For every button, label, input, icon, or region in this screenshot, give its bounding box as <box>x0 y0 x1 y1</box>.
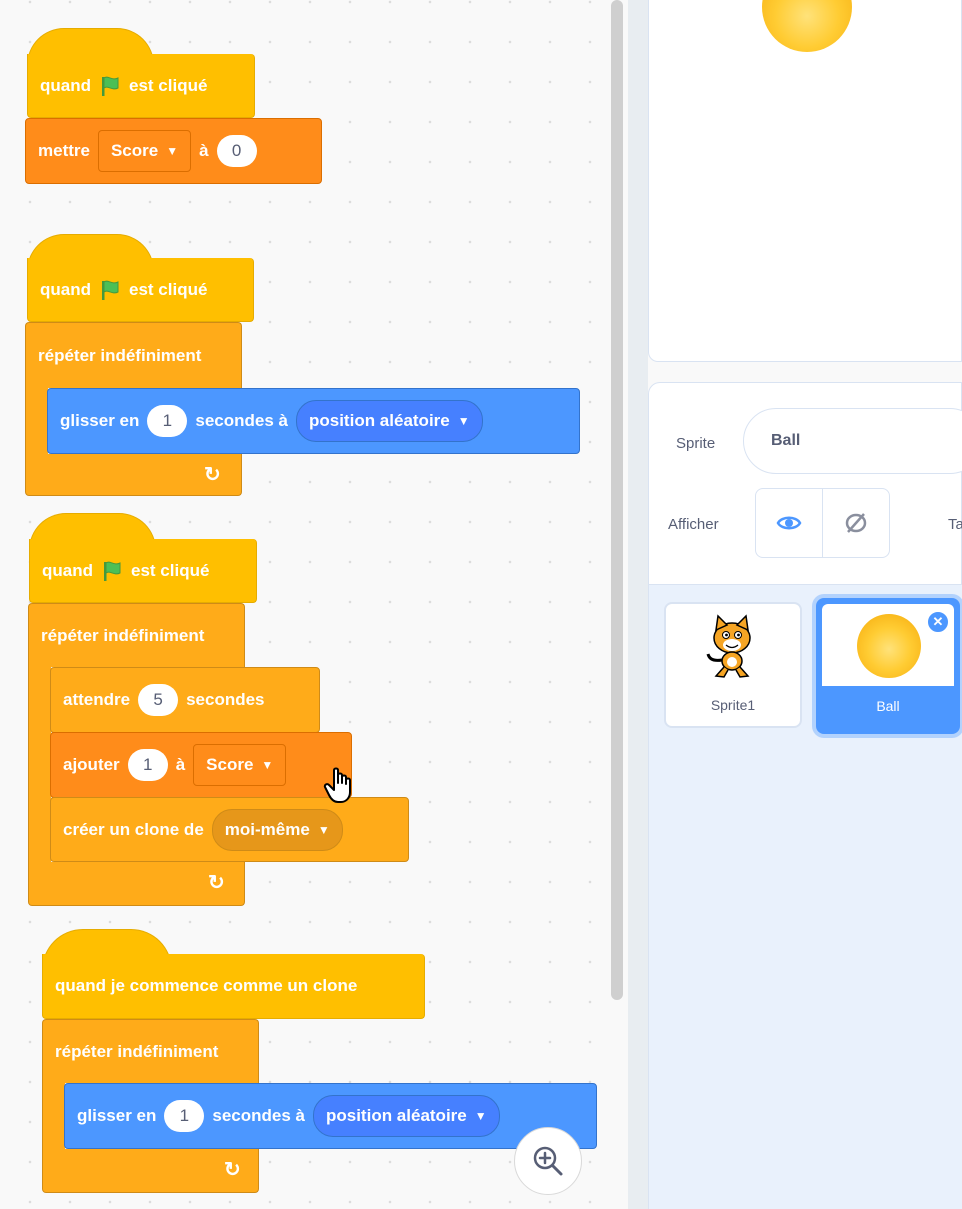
green-flag-icon <box>104 561 121 581</box>
when-flag-clicked-block[interactable]: quand est cliqué <box>27 54 255 118</box>
change-variable-block[interactable]: ajouter 1 à Score ▼ <box>50 732 352 798</box>
block-text: à <box>199 141 209 160</box>
variable-dropdown[interactable]: Score ▼ <box>193 744 287 786</box>
target-dropdown[interactable]: position aléatoire ▼ <box>312 1095 500 1137</box>
delete-x-icon[interactable]: ✕ <box>926 610 950 634</box>
block-text: répéter indéfiniment <box>55 1041 219 1061</box>
panel-divider <box>628 0 648 1209</box>
seconds-input[interactable]: 5 <box>138 684 179 716</box>
seconds-input[interactable]: 1 <box>147 405 188 437</box>
cat-sprite-icon <box>706 614 751 678</box>
block-text: est cliqué <box>129 75 208 95</box>
block-text: quand je commence comme un clone <box>55 976 358 995</box>
chevron-down-icon: ▼ <box>166 144 179 158</box>
when-flag-clicked-block[interactable]: quand est cliqué <box>27 258 254 322</box>
size-label-truncated: Ta <box>948 516 962 533</box>
chevron-down-icon: ▼ <box>457 414 470 428</box>
block-text: créer un clone de <box>63 819 204 839</box>
block-text: attendre <box>63 690 131 709</box>
glide-block[interactable]: glisser en 1 secondes à position aléatoi… <box>47 388 580 454</box>
sprite-label: Sprite <box>676 435 716 452</box>
block-text: répéter indéfiniment <box>38 345 202 365</box>
show-visible-button[interactable] <box>755 488 823 558</box>
when-flag-clicked-block[interactable]: quand est cliqué <box>29 539 257 603</box>
block-text: mettre <box>38 141 90 160</box>
dropdown-value: position aléatoire <box>325 1106 467 1125</box>
forever-loop-block[interactable]: répéter indéfiniment <box>42 1019 259 1083</box>
set-variable-block[interactable]: mettre Score ▼ à 0 <box>25 118 322 184</box>
glide-block[interactable]: glisser en 1 secondes à position aléatoi… <box>64 1083 597 1149</box>
loop-arrow-icon: ↻ <box>204 464 221 486</box>
forever-loop-block[interactable]: répéter indéfiniment <box>25 322 242 388</box>
green-flag-icon <box>102 280 119 300</box>
when-start-as-clone-block[interactable]: quand je commence comme un clone <box>42 954 425 1019</box>
value-input[interactable]: 1 <box>127 749 168 781</box>
block-text: secondes <box>186 690 265 709</box>
sprite-name-value: Ball <box>771 432 801 449</box>
block-text: est cliqué <box>129 279 208 299</box>
eye-icon <box>776 516 802 530</box>
sprite-tile-label: Ball <box>876 698 900 714</box>
seconds-input[interactable]: 1 <box>164 1100 205 1132</box>
green-flag-icon <box>102 76 119 96</box>
create-clone-block[interactable]: créer un clone de moi-même ▼ <box>50 797 409 862</box>
sprite-tile-label: Sprite1 <box>710 697 756 713</box>
clone-target-dropdown[interactable]: moi-même ▼ <box>211 808 343 851</box>
ball-sprite-icon <box>857 614 921 678</box>
loop-arm <box>25 388 48 454</box>
value-input[interactable]: 0 <box>216 135 257 167</box>
dropdown-value: position aléatoire <box>308 411 450 430</box>
block-text: secondes à <box>212 1106 305 1125</box>
loop-arrow-icon: ↻ <box>208 872 225 894</box>
workspace-scrollbar[interactable] <box>611 0 623 1000</box>
hand-cursor-icon <box>323 767 351 803</box>
zoom-in-icon <box>533 1146 563 1176</box>
block-text: glisser en <box>60 411 140 430</box>
loop-arm <box>42 1083 65 1149</box>
chevron-down-icon: ▼ <box>474 1109 487 1123</box>
loop-arrow-icon: ↻ <box>224 1159 241 1181</box>
block-text: ajouter <box>63 755 120 774</box>
show-label: Afficher <box>668 516 719 533</box>
zoom-in-button[interactable] <box>514 1127 582 1195</box>
block-text: est cliqué <box>131 560 210 580</box>
block-text: à <box>175 755 186 774</box>
chevron-down-icon: ▼ <box>261 758 274 772</box>
dropdown-value: moi-même <box>224 819 310 839</box>
block-text: quand <box>42 560 93 580</box>
block-text: glisser en <box>77 1106 157 1125</box>
wait-block[interactable]: attendre 5 secondes <box>50 667 320 733</box>
dropdown-value: Score <box>206 755 254 774</box>
block-text: quand <box>40 75 91 95</box>
show-hidden-button[interactable] <box>822 488 890 558</box>
eye-slash-icon <box>845 513 867 533</box>
variable-dropdown[interactable]: Score ▼ <box>97 130 192 172</box>
target-dropdown[interactable]: position aléatoire ▼ <box>295 400 483 442</box>
loop-arm <box>28 667 51 862</box>
block-text: quand <box>40 279 91 299</box>
stage[interactable] <box>648 0 962 362</box>
dropdown-value: Score <box>110 141 159 160</box>
block-text: secondes à <box>195 411 288 430</box>
block-text: répéter indéfiniment <box>41 625 205 645</box>
forever-loop-block[interactable]: répéter indéfiniment <box>28 603 245 667</box>
chevron-down-icon: ▼ <box>317 822 330 837</box>
